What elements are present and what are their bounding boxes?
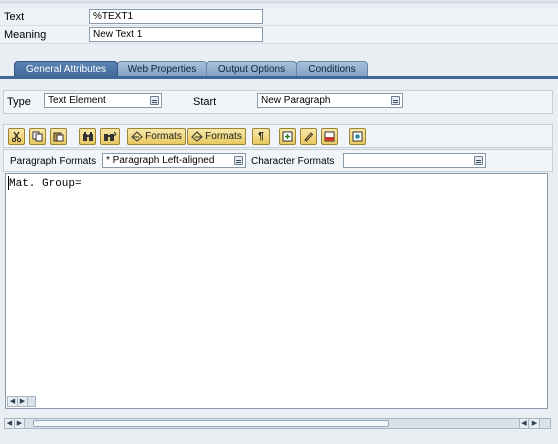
scroll-right-icon[interactable]: ▶ (15, 419, 25, 428)
paragraph-formats-dropdown[interactable]: * Paragraph Left-aligned (102, 153, 246, 168)
cut-button[interactable] (8, 128, 25, 145)
character-formats-button[interactable]: Formats (187, 128, 246, 145)
edit-pencil-icon (304, 132, 314, 142)
text-label: Text (4, 11, 25, 23)
start-dropdown[interactable]: New Paragraph (257, 93, 403, 108)
meaning-label: Meaning (4, 29, 47, 41)
dropdown-arrow-icon[interactable] (150, 96, 159, 105)
cut-icon (11, 131, 22, 142)
tab-web-properties[interactable]: Web Properties (117, 61, 207, 77)
paragraph-formats-value: * Paragraph Left-aligned (106, 155, 215, 166)
dropdown-arrow-icon[interactable] (474, 156, 483, 165)
type-dropdown[interactable]: Text Element (44, 93, 162, 108)
scroll-thumb[interactable] (33, 420, 389, 427)
graphical-editor-button[interactable] (321, 128, 338, 145)
text-row (0, 8, 558, 26)
graphical-editor-icon (324, 131, 335, 142)
scroll-left-icon[interactable]: ◀ (8, 397, 18, 406)
panel-horizontal-scrollbar[interactable]: ◀ ▶ ◀ ▶ (4, 418, 551, 429)
paragraph-formats-button[interactable]: Formats (127, 128, 186, 145)
character-formats-label: Formats (205, 131, 242, 142)
paragraph-format-icon (131, 131, 143, 142)
scroll-left-icon[interactable]: ◀ (519, 419, 529, 428)
meaning-row (0, 26, 558, 44)
start-dropdown-value: New Paragraph (261, 95, 331, 106)
tab-output-options[interactable]: Output Options (206, 61, 297, 77)
start-label: Start (193, 96, 217, 108)
meaning-field[interactable]: New Text 1 (89, 27, 263, 42)
dropdown-arrow-icon[interactable] (391, 96, 400, 105)
window-top-border (0, 0, 558, 3)
insert-field-button[interactable] (279, 128, 296, 145)
tab-conditions[interactable]: Conditions (296, 61, 368, 77)
paragraph-mark-icon: ¶ (258, 131, 264, 142)
type-dropdown-value: Text Element (48, 95, 106, 106)
editor-horizontal-scrollbar[interactable]: ◀ ▶ (7, 396, 36, 407)
paragraph-formats-label: Formats (145, 131, 182, 142)
character-formats-label: Character Formats (251, 156, 335, 167)
find-next-icon (104, 131, 117, 141)
type-label: Type (7, 96, 31, 108)
copy-icon (32, 131, 43, 142)
text-editor[interactable]: Mat. Group= ◀ ▶ (5, 173, 548, 409)
scroll-right-icon[interactable]: ▶ (18, 397, 28, 406)
paragraph-formats-label: Paragraph Formats (10, 156, 97, 167)
paragraph-mark-button[interactable]: ¶ (252, 128, 270, 145)
find-icon (82, 132, 93, 141)
scroll-left-icon[interactable]: ◀ (5, 419, 15, 428)
copy-button[interactable] (29, 128, 46, 145)
editor-content[interactable]: Mat. Group= (9, 178, 82, 191)
dropdown-arrow-icon[interactable] (234, 156, 243, 165)
preview-icon (352, 131, 363, 142)
paste-button[interactable] (50, 128, 67, 145)
find-button[interactable] (79, 128, 96, 145)
find-next-button[interactable] (100, 128, 120, 145)
paste-icon (53, 132, 64, 142)
character-formats-dropdown[interactable] (343, 153, 486, 168)
tab-general-attributes[interactable]: General Attributes (14, 61, 118, 77)
scroll-right-icon[interactable]: ▶ (530, 419, 540, 428)
character-format-icon (191, 131, 203, 142)
edit-button[interactable] (300, 128, 317, 145)
insert-field-icon (282, 131, 293, 142)
text-name-field[interactable]: %TEXT1 (89, 9, 263, 24)
preview-button[interactable] (349, 128, 366, 145)
